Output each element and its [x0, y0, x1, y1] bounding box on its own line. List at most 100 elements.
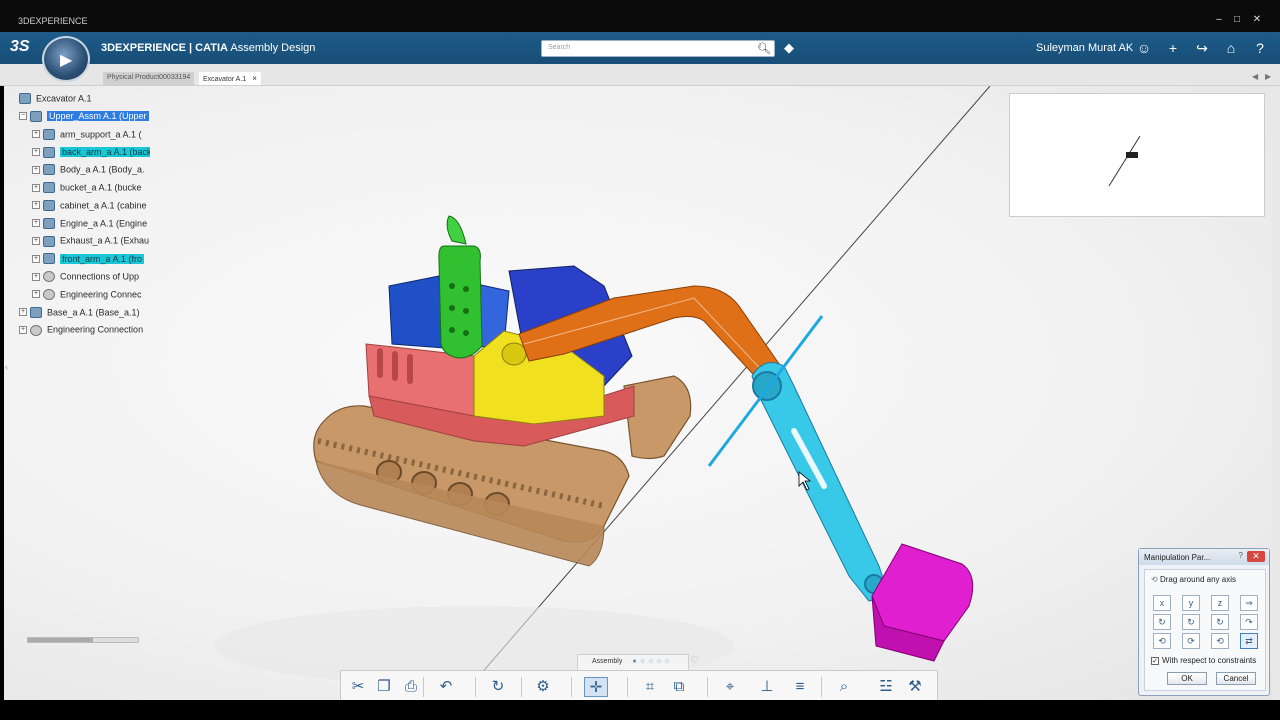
tree-item[interactable]: + Engine_a A.1 (Engine — [32, 216, 150, 230]
overview-window[interactable] — [1009, 93, 1265, 217]
plus-icon[interactable]: + — [1164, 39, 1182, 57]
update-icon[interactable]: ↻ — [486, 677, 510, 697]
tab-next-icon[interactable]: ▶ — [1265, 72, 1271, 81]
toolbar-separator — [821, 677, 822, 697]
tree-item[interactable]: + arm_support_a A.1 ( — [32, 127, 150, 141]
drag-arrow-icon[interactable]: ⇒ — [1240, 595, 1258, 611]
search-icon[interactable]: 🔍︎ — [757, 42, 771, 55]
checkbox-icon[interactable]: ✓ — [1151, 657, 1159, 665]
user-name[interactable]: Suleyman Murat AK — [1036, 42, 1133, 54]
product-icon — [43, 164, 55, 176]
minimize-icon[interactable]: ‒ — [1212, 14, 1226, 26]
tree-item[interactable]: + Engineering Connec — [32, 287, 150, 301]
drag-x-icon[interactable]: x — [1153, 595, 1171, 611]
section-tab-assembly[interactable]: Assembly ● ○ ○ ○ ○ — [577, 654, 689, 670]
help-icon[interactable]: ? — [1251, 39, 1269, 57]
tree-item[interactable]: + cabinet_a A.1 (cabine — [32, 198, 150, 212]
tools-icon[interactable]: ⚒ — [903, 677, 927, 697]
close-icon[interactable]: ✕ — [1247, 551, 1265, 562]
expand-icon[interactable]: + — [32, 183, 40, 192]
align-icon[interactable]: ≡ — [788, 677, 812, 697]
expand-icon[interactable]: + — [19, 326, 27, 335]
expand-icon[interactable]: + — [32, 237, 40, 246]
expand-icon[interactable]: + — [32, 219, 40, 228]
compass-button[interactable] — [42, 36, 90, 82]
expand-icon[interactable]: + — [32, 290, 40, 299]
rotate-z-icon[interactable]: ↻ — [1211, 614, 1229, 630]
maximize-icon[interactable]: □ — [1230, 14, 1244, 26]
tree-item-label: Engineering Connec — [60, 289, 142, 300]
favorite-icon[interactable]: ♡ — [690, 655, 699, 666]
right-edge-scrollbar[interactable] — [1272, 86, 1280, 700]
engineering-connection-icon[interactable]: ☳ — [874, 677, 898, 697]
close-window-icon[interactable]: ✕ — [1250, 14, 1264, 26]
rotate-x-icon[interactable]: ↻ — [1153, 614, 1171, 630]
help-icon[interactable]: ? — [1239, 551, 1243, 560]
collapse-panel-icon[interactable]: ‹ — [5, 362, 8, 372]
share-icon[interactable]: ↪ — [1193, 39, 1211, 57]
tab-excavator[interactable]: Excavator A.1 × — [199, 72, 261, 85]
tab-prev-icon[interactable]: ◀ — [1252, 72, 1258, 81]
arm-cyan — [751, 362, 890, 602]
cancel-button[interactable]: Cancel — [1216, 672, 1256, 685]
expand-icon[interactable]: + — [32, 254, 40, 263]
expand-icon[interactable]: + — [19, 308, 27, 317]
app-title: 3DEXPERIENCE | CATIA Assembly Design — [101, 42, 315, 54]
tree-item-label: Body_a A.1 (Body_a. — [60, 164, 145, 175]
tree-item-label: Exhaust_a A.1 (Exhau — [60, 236, 150, 247]
constraints-checkbox[interactable]: ✓ With respect to constraints — [1151, 656, 1256, 665]
search-input[interactable]: Search — [541, 40, 775, 57]
brand-label: 3DEXPERIENCE | CATIA — [101, 42, 228, 54]
scroll-thumb[interactable] — [28, 638, 93, 642]
exhaust-green — [438, 215, 483, 359]
expand-icon[interactable]: + — [32, 272, 40, 281]
zoom-icon[interactable]: ⌕ — [832, 677, 856, 697]
tree-item[interactable]: + Connections of Upp — [32, 269, 150, 283]
drag-z-icon[interactable]: z — [1211, 595, 1229, 611]
tree-item[interactable]: + front_arm_a A.1 (fro — [32, 251, 150, 265]
rotate-plane-icon[interactable]: ⟲ — [1153, 633, 1171, 649]
expand-icon[interactable]: + — [32, 130, 40, 139]
copy-icon[interactable]: ❐ — [372, 677, 396, 697]
tree-item[interactable]: + Engineering Connection — [19, 322, 150, 336]
home-icon[interactable]: ⌂ — [1222, 39, 1240, 57]
manipulate-icon[interactable]: ✛ — [584, 677, 608, 697]
tree-item[interactable]: − Upper_Assm A.1 (Upper — [19, 109, 150, 123]
snap-icon[interactable]: ⌗ — [638, 677, 662, 697]
ok-button[interactable]: OK — [1167, 672, 1207, 685]
rotate-axis-icon[interactable]: ⟲ — [1211, 633, 1229, 649]
tree-item[interactable]: + Body_a A.1 (Body_a. — [32, 162, 150, 176]
toolbar-separator — [707, 677, 708, 697]
tree-item[interactable]: + Exhaust_a A.1 (Exhau — [32, 233, 150, 247]
tree-horizontal-scrollbar[interactable] — [27, 637, 139, 643]
tree-item[interactable]: Excavator A.1 — [19, 91, 150, 105]
tree-item[interactable]: + Base_a A.1 (Base_a.1) — [19, 305, 150, 319]
collapse-icon[interactable]: − — [19, 112, 27, 121]
overview-thumbnail — [1108, 135, 1141, 187]
paste-icon[interactable]: ⎙ — [399, 677, 423, 697]
close-tab-icon[interactable]: × — [252, 74, 257, 83]
drag-y-icon[interactable]: y — [1182, 595, 1200, 611]
product-icon — [43, 128, 55, 140]
product-icon — [43, 146, 55, 158]
rotate-y-icon[interactable]: ↻ — [1182, 614, 1200, 630]
undo-icon[interactable]: ↶ — [434, 677, 458, 697]
drag-plane-icon[interactable]: ⇄ — [1240, 633, 1258, 649]
tab-physical-product[interactable]: Physical Product00033194 — [103, 72, 195, 85]
drag-around-axis-option[interactable]: ⟲ Drag around any axis — [1151, 575, 1236, 584]
expand-icon[interactable]: + — [32, 201, 40, 210]
expand-icon[interactable]: + — [32, 165, 40, 174]
product-icon[interactable]: ⚙ — [531, 677, 555, 697]
expand-icon[interactable]: + — [32, 148, 40, 157]
tree-item[interactable]: + back_arm_a A.1 (back — [32, 144, 150, 158]
measure-icon[interactable]: ⌖ — [718, 677, 742, 697]
tag-icon[interactable]: ◆ — [784, 40, 794, 56]
rotate-any-icon[interactable]: ↷ — [1240, 614, 1258, 630]
tree-item[interactable]: + bucket_a A.1 (bucke — [32, 180, 150, 194]
rotate-free-icon[interactable]: ⟳ — [1182, 633, 1200, 649]
explode-icon[interactable]: ⧉ — [667, 677, 691, 697]
section-dots[interactable]: ● ○ ○ ○ ○ — [632, 658, 670, 665]
axis-icon[interactable]: ⊥ — [755, 677, 779, 697]
user-icon[interactable]: ☺ — [1135, 39, 1153, 57]
cut-icon[interactable]: ✂ — [346, 677, 370, 697]
